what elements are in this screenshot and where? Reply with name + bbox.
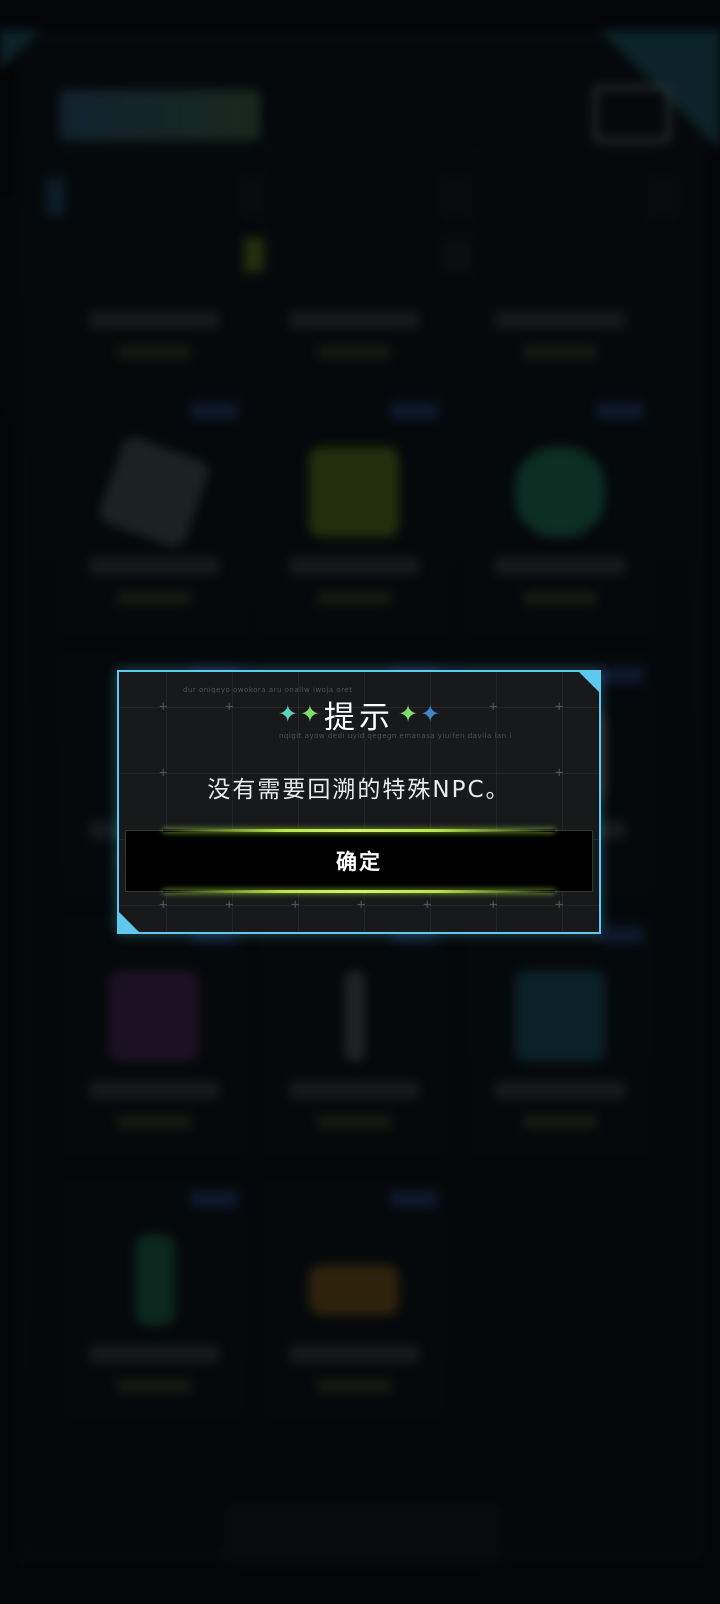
dialog-title-row: ✦ ✦ 提示 ✦ ✦ bbox=[119, 694, 599, 736]
notice-dialog: + + + + + + + + + + + + + dur oniqeyo ow… bbox=[117, 670, 601, 934]
plus-decoration-icon: + bbox=[357, 897, 366, 913]
dialog-message: 没有需要回溯的特殊NPC。 bbox=[207, 777, 511, 803]
sparkle-green-icon: ✦ bbox=[398, 700, 419, 728]
sparkle-green-icon: ✦ bbox=[299, 700, 320, 728]
plus-decoration-icon: + bbox=[555, 897, 564, 913]
confirm-button-label: 确定 bbox=[336, 850, 382, 874]
button-glow-line bbox=[163, 829, 555, 832]
plus-decoration-icon: + bbox=[423, 897, 432, 913]
plus-decoration-icon: + bbox=[159, 897, 168, 913]
dialog-title: 提示 bbox=[324, 699, 394, 736]
confirm-button[interactable]: 确定 bbox=[125, 829, 593, 893]
sparkle-blue-icon: ✦ bbox=[420, 700, 441, 728]
dialog-corner-decoration bbox=[119, 911, 140, 932]
game-screen: + + + + + + + + + + + + + dur oniqeyo ow… bbox=[0, 0, 720, 1604]
plus-decoration-icon: + bbox=[489, 897, 498, 913]
sparkle-teal-icon: ✦ bbox=[277, 700, 298, 728]
plus-decoration-icon: + bbox=[291, 897, 300, 913]
plus-decoration-icon: + bbox=[225, 897, 234, 913]
button-glow-line bbox=[163, 890, 555, 893]
dialog-corner-decoration bbox=[578, 672, 599, 693]
